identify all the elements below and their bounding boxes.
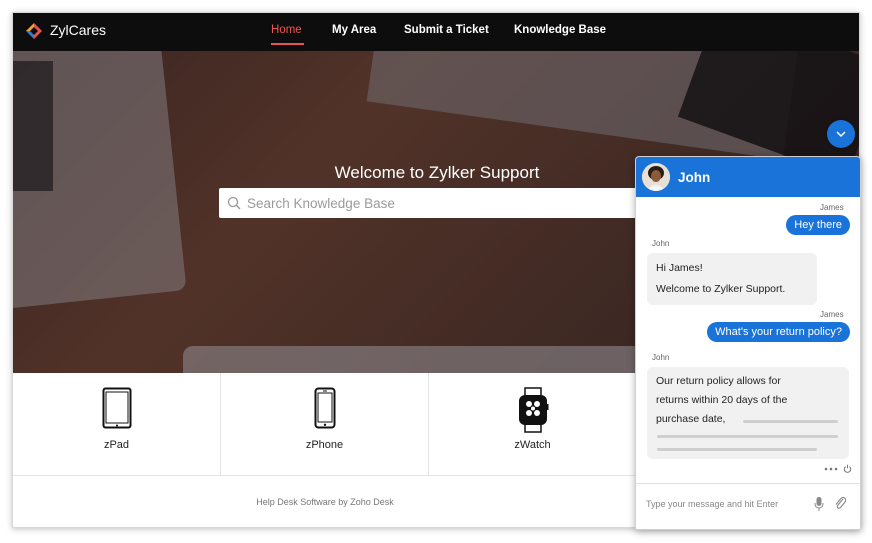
message-sender: James <box>820 310 844 319</box>
footer-credit[interactable]: Help Desk Software by Zoho Desk <box>13 497 637 507</box>
power-icon[interactable] <box>843 464 852 473</box>
typing-placeholder-line <box>743 420 838 423</box>
message-sender: James <box>820 203 844 212</box>
chevron-down-icon <box>836 131 846 138</box>
nav-my-area[interactable]: My Area <box>332 24 376 36</box>
product-label: zWatch <box>514 439 551 451</box>
message-bubble-incoming: Our return policy allows for returns wit… <box>647 367 849 459</box>
chat-messages: James Hey there John Hi James! Welcome t… <box>636 197 860 477</box>
message-line: returns within 20 days of the <box>656 394 788 406</box>
chat-composer <box>636 483 860 529</box>
search-icon <box>227 196 241 210</box>
chat-header: John <box>636 157 860 197</box>
microphone-icon[interactable] <box>814 496 824 512</box>
product-tile-zpad[interactable]: zPad <box>13 373 221 476</box>
nav-submit-ticket[interactable]: Submit a Ticket <box>404 24 489 36</box>
message-line: Our return policy allows for <box>656 375 781 387</box>
product-label: zPad <box>103 439 130 451</box>
more-options-icon[interactable] <box>824 467 838 471</box>
agent-avatar <box>642 163 670 191</box>
top-navbar: ZylCares Home My Area Submit a Ticket Kn… <box>13 13 859 51</box>
chat-message-input[interactable] <box>646 494 806 514</box>
nav-home[interactable]: Home <box>271 24 302 36</box>
message-bubble-outgoing: What's your return policy? <box>707 322 850 342</box>
product-label: zPhone <box>305 439 344 451</box>
chat-window: John James Hey there John Hi James! Welc… <box>635 156 861 530</box>
phone-icon <box>314 387 335 429</box>
zylcares-logo-icon <box>26 23 42 39</box>
message-line: Hi James! <box>656 262 703 274</box>
product-tile-zwatch[interactable]: zWatch <box>429 373 637 476</box>
chat-minimize-button[interactable] <box>827 120 855 148</box>
message-bubble-outgoing: Hey there <box>786 215 850 235</box>
watch-icon <box>518 387 548 433</box>
nav-active-underline <box>271 43 304 45</box>
message-sender: John <box>652 239 670 248</box>
tablet-icon <box>102 387 131 429</box>
search-box <box>219 188 659 218</box>
message-sender: John <box>652 353 670 362</box>
message-line: Welcome to Zylker Support. <box>656 283 786 295</box>
typing-placeholder-line <box>657 435 838 438</box>
brand-name[interactable]: ZylCares <box>50 22 106 38</box>
nav-knowledge-base[interactable]: Knowledge Base <box>514 24 606 36</box>
message-bubble-incoming: Hi James! Welcome to Zylker Support. <box>647 253 817 305</box>
attachment-icon[interactable] <box>834 495 846 511</box>
search-input[interactable] <box>247 188 647 218</box>
agent-name: John <box>678 170 711 185</box>
product-tile-zphone[interactable]: zPhone <box>221 373 429 476</box>
typing-placeholder-line <box>657 448 817 451</box>
